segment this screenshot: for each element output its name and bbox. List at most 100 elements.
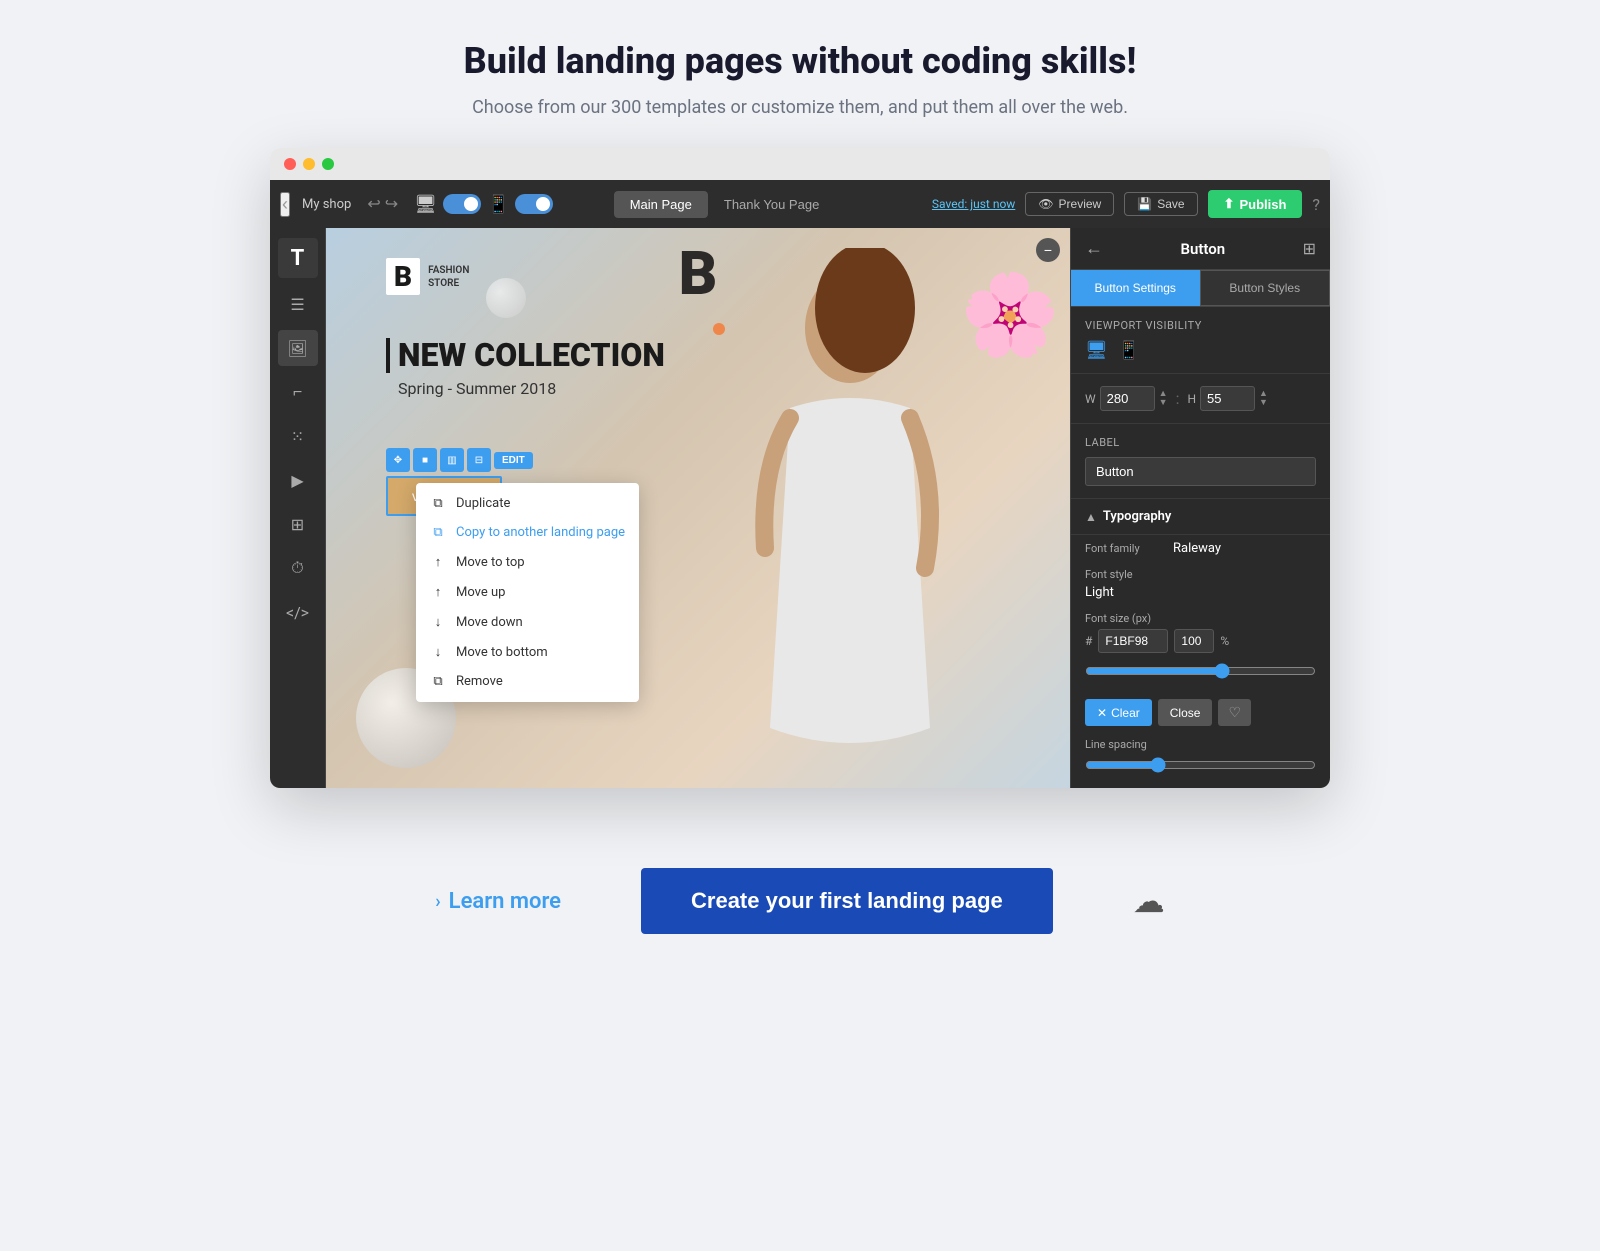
sidebar-item-elements[interactable]: ⁙ — [278, 418, 318, 454]
help-icon[interactable]: ? — [1312, 195, 1320, 214]
sidebar-item-shape[interactable]: ⌐ — [278, 374, 318, 410]
brand-store: STORE — [428, 277, 469, 290]
ctx-move-up[interactable]: ↑ Move up — [416, 577, 639, 607]
panel-grid-icon[interactable]: ⊞ — [1303, 239, 1316, 258]
toggle-mobile[interactable] — [515, 194, 553, 214]
tab-main-page[interactable]: Main Page — [614, 191, 708, 218]
panel-actions: ✕ Clear Close ♡ — [1071, 691, 1330, 734]
toolbar-right: Saved: just now 👁 Preview 💾 Save ⬆ Publi… — [932, 190, 1320, 218]
sidebar-item-image[interactable]: 🖼 — [278, 330, 318, 366]
hash-symbol: # — [1085, 634, 1092, 648]
flower-decoration: 🌸 — [960, 268, 1060, 362]
width-stepper[interactable]: ▲▼ — [1159, 390, 1168, 408]
favorite-button[interactable]: ♡ — [1218, 699, 1251, 726]
swatches-row — [1071, 785, 1330, 788]
opacity-input[interactable] — [1174, 629, 1214, 653]
dimensions-section: W ▲▼ : H ▲▼ — [1071, 374, 1330, 424]
sidebar-item-text[interactable]: T — [278, 238, 318, 278]
panel-header: ← Button ⊞ — [1071, 228, 1330, 270]
undo-button[interactable]: ↩ — [367, 194, 380, 214]
width-input[interactable] — [1100, 386, 1155, 411]
left-sidebar: T ☰ 🖼 ⌐ ⁙ ▶ ⊞ ⏱ </> — [270, 228, 326, 788]
toggle-desktop[interactable] — [443, 194, 481, 214]
clear-button[interactable]: ✕ Clear — [1085, 699, 1152, 726]
edit-button[interactable]: EDIT — [494, 452, 533, 469]
typography-header[interactable]: ▲ Typography — [1071, 499, 1330, 535]
learn-more-link[interactable]: › Learn more — [435, 889, 561, 914]
viewport-label: Viewport visibility — [1085, 319, 1316, 332]
sidebar-item-layout[interactable]: ⊞ — [278, 506, 318, 542]
label-input[interactable] — [1085, 457, 1316, 486]
panel-back-button[interactable]: ← — [1085, 238, 1103, 259]
brand-name: FASHION STORE — [428, 264, 469, 290]
desktop-icon[interactable]: 🖥 — [414, 194, 437, 215]
page-subtitle: Choose from our 300 templates or customi… — [464, 97, 1137, 118]
sidebar-item-video[interactable]: ▶ — [278, 462, 318, 498]
page-header: Build landing pages without coding skill… — [464, 40, 1137, 118]
btn-style-1[interactable]: ■ — [413, 448, 437, 472]
btn-style-2[interactable]: ▥ — [440, 448, 464, 472]
redo-button[interactable]: ↪ — [385, 194, 398, 214]
canvas-area: B — [326, 228, 1070, 788]
slider-row — [1071, 659, 1330, 691]
line-spacing-slider[interactable] — [1085, 757, 1316, 773]
preview-button[interactable]: 👁 Preview — [1025, 192, 1114, 216]
height-input[interactable] — [1200, 386, 1255, 411]
sidebar-item-code[interactable]: </> — [278, 594, 318, 630]
font-style-value: Light — [1085, 585, 1316, 600]
desktop-viewport-icon[interactable]: 🖥 — [1085, 340, 1108, 361]
typography-collapse-icon: ▲ — [1085, 510, 1097, 524]
sidebar-item-rows[interactable]: ☰ — [278, 286, 318, 322]
move-down-icon: ↓ — [430, 614, 446, 630]
woman-svg — [710, 248, 990, 768]
ctx-duplicate[interactable]: ⧉ Duplicate — [416, 489, 639, 518]
viewport-icons: 🖥 📱 — [1085, 340, 1316, 361]
learn-more-text: Learn more — [449, 889, 561, 914]
brand-fashion: FASHION — [428, 264, 469, 277]
saved-status: Saved: just now — [932, 197, 1015, 211]
back-button[interactable]: ‹ — [280, 192, 290, 217]
close-color-button[interactable]: Close — [1158, 699, 1213, 726]
btn-style-3[interactable]: ⊟ — [467, 448, 491, 472]
line-spacing-slider-row — [1071, 753, 1330, 785]
editor-main: T ☰ 🖼 ⌐ ⁙ ▶ ⊞ ⏱ </> B — [270, 228, 1330, 788]
chevron-right-icon: › — [435, 891, 440, 912]
move-up-icon: ↑ — [430, 584, 446, 600]
history-controls: ↩ ↪ — [367, 194, 398, 214]
page-tabs: Main Page Thank You Page — [614, 191, 836, 218]
shop-name: My shop — [302, 197, 351, 212]
ctx-move-top[interactable]: ↑ Move to top — [416, 547, 639, 577]
create-landing-page-button[interactable]: Create your first landing page — [641, 868, 1053, 934]
color-slider[interactable] — [1085, 663, 1316, 679]
tab-button-settings[interactable]: Button Settings — [1071, 270, 1200, 306]
height-field: H ▲▼ — [1187, 386, 1267, 411]
move-handle[interactable]: ✥ — [386, 448, 410, 472]
sphere-decoration-2 — [486, 278, 526, 318]
woman-figure — [710, 248, 990, 768]
sidebar-item-timer[interactable]: ⏱ — [278, 550, 318, 586]
tab-button-styles[interactable]: Button Styles — [1200, 270, 1331, 306]
width-field: W ▲▼ — [1085, 386, 1168, 411]
cloud-upload-icon[interactable]: ☁ — [1133, 882, 1165, 920]
percent-label: % — [1220, 634, 1229, 648]
height-stepper[interactable]: ▲▼ — [1259, 390, 1268, 408]
ctx-copy[interactable]: ⧉ Copy to another landing page — [416, 518, 639, 547]
tab-thank-you-page[interactable]: Thank You Page — [708, 191, 835, 218]
mobile-viewport-icon[interactable]: 📱 — [1118, 340, 1140, 361]
mobile-icon[interactable]: 📱 — [487, 194, 509, 215]
fashion-background: B — [326, 228, 1070, 788]
ctx-move-down[interactable]: ↓ Move down — [416, 607, 639, 637]
move-top-icon: ↑ — [430, 554, 446, 570]
ctx-remove[interactable]: ⧉ Remove — [416, 667, 639, 696]
clear-icon: ✕ — [1097, 706, 1107, 720]
publish-button[interactable]: ⬆ Publish — [1208, 190, 1303, 218]
canvas-content: B — [326, 228, 1070, 788]
ctx-move-bottom[interactable]: ↓ Move to bottom — [416, 637, 639, 667]
eye-icon: 👁 — [1038, 197, 1053, 211]
save-button[interactable]: 💾 Save — [1124, 192, 1197, 216]
collection-subheading: Spring - Summer 2018 — [386, 379, 665, 398]
color-hex-input[interactable] — [1098, 629, 1168, 653]
minimize-button[interactable]: − — [1036, 238, 1060, 262]
dot-green-icon — [322, 158, 334, 170]
app-window: ‹ My shop ↩ ↪ 🖥 📱 Main Page Thank You Pa… — [270, 148, 1330, 788]
